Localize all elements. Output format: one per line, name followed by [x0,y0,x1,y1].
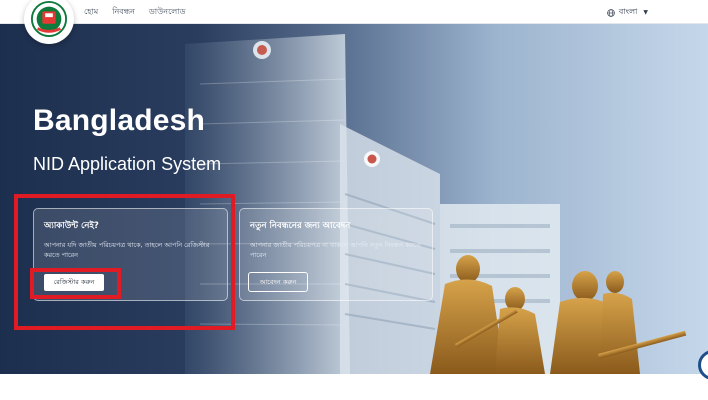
nav-links: হোম নিবন্ধন ডাউনলোড [84,6,185,19]
nav-link-download[interactable]: ডাউনলোড [149,6,186,19]
nav-link-registration[interactable]: নিবন্ধন [112,6,135,19]
caret-down-icon: ▼ [643,9,648,16]
new-registration-card: নতুন নিবন্ধনের জন্য আবেদন আপনার জাতীয় প… [239,208,433,301]
election-commission-logo[interactable] [24,0,74,44]
top-navbar: হোম নিবন্ধন ডাউনলোড বাংলা ▼ [0,0,708,24]
card-title: নতুন নিবন্ধনের জন্য আবেদন [250,221,351,231]
hero-title: Bangladesh [33,104,206,137]
page: হোম নিবন্ধন ডাউনলোড বাংলা ▼ Bangladesh N… [0,0,708,400]
apply-button[interactable]: আবেদন করুন [248,272,308,292]
highlight-box-card [14,194,235,330]
logo-emblem [30,0,68,38]
card-description: আপনার জাতীয় পরিচয়পত্র না থাকলে আপনি নত… [250,241,421,259]
highlight-box-button [30,268,121,299]
globe-icon [607,8,615,17]
content-below-hero [0,374,708,400]
hero-subtitle: NID Application System [33,154,222,174]
language-selector[interactable]: বাংলা ▼ [607,6,648,19]
language-label: বাংলা [618,7,638,16]
nav-link-home[interactable]: হোম [84,6,98,19]
